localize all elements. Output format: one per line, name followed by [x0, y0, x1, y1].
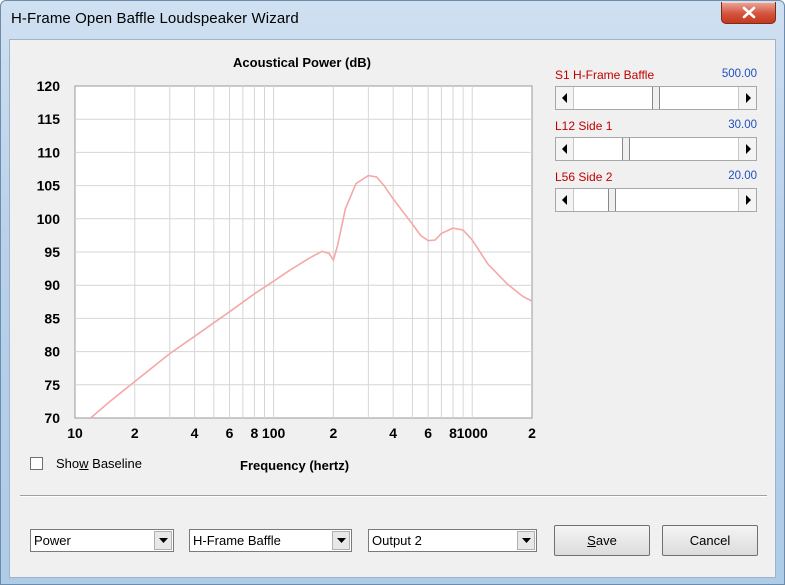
show-baseline-label[interactable]: Show Baseline: [56, 456, 142, 471]
output-select-dropdown-button[interactable]: [517, 531, 535, 550]
scroll-right-button[interactable]: [738, 87, 756, 109]
arrow-right-icon: [746, 195, 751, 205]
y-tick-label: 100: [37, 211, 61, 227]
x-tick-label: 4: [389, 425, 397, 441]
scroll-track[interactable]: [574, 138, 622, 160]
side2-scrollbar[interactable]: [555, 188, 757, 212]
side1-scrollbar[interactable]: [555, 137, 757, 161]
scroll-right-button[interactable]: [738, 138, 756, 160]
y-tick-label: 95: [44, 244, 60, 260]
x-tick-label: 2: [528, 425, 536, 441]
y-tick-label: 90: [44, 277, 60, 293]
chevron-down-icon: [337, 538, 346, 543]
y-tick-label: 105: [37, 178, 61, 194]
slider-value: 500.00: [721, 68, 757, 80]
window-title: H-Frame Open Baffle Loudspeaker Wizard: [11, 10, 299, 27]
x-tick-label: 2: [131, 425, 139, 441]
mode-select-value: Power: [34, 533, 71, 548]
x-tick-label: 100: [262, 425, 286, 441]
arrow-right-icon: [746, 93, 751, 103]
scroll-thumb[interactable]: [608, 189, 616, 211]
mode-select[interactable]: Power: [30, 529, 174, 552]
x-tick-label: 1000: [457, 425, 488, 441]
slider-label: S1 H-Frame Baffle: [555, 68, 655, 82]
x-tick-label: 2: [329, 425, 337, 441]
source-select[interactable]: H-Frame Baffle: [189, 529, 352, 552]
y-tick-label: 120: [37, 78, 61, 94]
x-tick-label: 6: [424, 425, 432, 441]
cancel-button[interactable]: Cancel: [662, 525, 758, 556]
x-tick-label: 6: [226, 425, 234, 441]
slider-value: 20.00: [728, 170, 757, 182]
save-label: ave: [595, 533, 617, 548]
slider-label: L12 Side 1: [555, 119, 613, 133]
y-tick-label: 75: [44, 377, 60, 393]
y-tick-label: 110: [37, 144, 60, 160]
scroll-thumb[interactable]: [652, 87, 660, 109]
x-tick-label: 10: [67, 425, 83, 441]
y-tick-labels: 120 115 110 105 100 95 90 85 80 75 70: [37, 78, 61, 426]
power-chart: 120115110105100959085807570 10 2 4 6 8 100 2 4 6…: [37, 78, 536, 441]
wizard-window: H-Frame Open Baffle Loudspeaker Wizard A…: [0, 0, 785, 585]
x-tick-labels: 10 2 4 6 8 100 2 4 6 8 1000 2: [67, 425, 536, 441]
chevron-down-icon: [522, 538, 531, 543]
scroll-right-button[interactable]: [738, 189, 756, 211]
y-tick-label: 85: [44, 310, 60, 326]
arrow-left-icon: [562, 144, 567, 154]
slider-label: L56 Side 2: [555, 170, 613, 184]
title-bar[interactable]: H-Frame Open Baffle Loudspeaker Wizard: [1, 1, 784, 37]
show-baseline-checkbox[interactable]: [30, 457, 43, 470]
separator: [20, 495, 767, 497]
scroll-left-button[interactable]: [556, 189, 574, 211]
scroll-thumb[interactable]: [622, 138, 630, 160]
label-text: Sho: [56, 456, 80, 471]
label-text: Baseline: [88, 456, 143, 471]
x-tick-label: 8: [250, 425, 258, 441]
scroll-track[interactable]: [660, 87, 738, 109]
close-icon: [742, 6, 756, 19]
scroll-left-button[interactable]: [556, 138, 574, 160]
scroll-track[interactable]: [574, 87, 656, 109]
output-select-value: Output 2: [372, 533, 422, 548]
output-select[interactable]: Output 2: [368, 529, 537, 552]
y-tick-label: 80: [44, 344, 60, 360]
chevron-down-icon: [159, 538, 168, 543]
y-tick-label: 115: [37, 111, 60, 127]
scroll-track[interactable]: [574, 189, 608, 211]
x-axis-label: Frequency (hertz): [240, 458, 350, 473]
close-button[interactable]: [721, 2, 776, 24]
scroll-track[interactable]: [616, 189, 738, 211]
baffle-scrollbar[interactable]: [555, 86, 757, 110]
save-button[interactable]: Save: [554, 525, 650, 556]
y-tick-label: 70: [44, 410, 60, 426]
source-select-value: H-Frame Baffle: [193, 533, 281, 548]
save-accelerator: S: [587, 533, 596, 548]
label-accelerator: w: [79, 456, 89, 471]
scroll-track[interactable]: [630, 138, 738, 160]
arrow-left-icon: [562, 195, 567, 205]
arrow-left-icon: [562, 93, 567, 103]
client-area: Acoustical Power (dB) 120 115 110 105 100 95 9…: [9, 39, 776, 578]
x-tick-label: 4: [191, 425, 199, 441]
arrow-right-icon: [746, 144, 751, 154]
mode-select-dropdown-button[interactable]: [154, 531, 172, 550]
scroll-left-button[interactable]: [556, 87, 574, 109]
source-select-dropdown-button[interactable]: [332, 531, 350, 550]
slider-value: 30.00: [728, 119, 757, 131]
